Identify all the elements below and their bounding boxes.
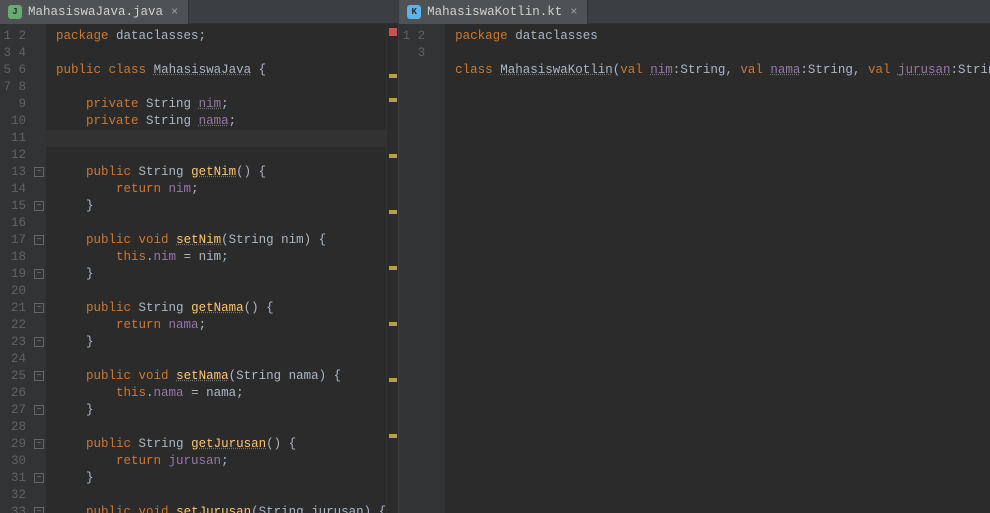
warning-mark[interactable]	[389, 210, 397, 214]
marker-stripe[interactable]	[386, 24, 398, 513]
tab-java[interactable]: J MahasiswaJava.java ×	[0, 0, 189, 24]
warning-mark[interactable]	[389, 434, 397, 438]
line-gutter: 1 2 3 4 5 6 7 8 9 10 11 12 13 14 15 16 1…	[0, 24, 32, 513]
kotlin-file-icon: K	[407, 5, 421, 19]
editor-left[interactable]: 1 2 3 4 5 6 7 8 9 10 11 12 13 14 15 16 1…	[0, 24, 398, 513]
line-gutter: 1 2 3	[399, 24, 431, 513]
code-area-left[interactable]: package dataclasses;public class Mahasis…	[46, 24, 386, 513]
tab-bar-left: J MahasiswaJava.java ×	[0, 0, 398, 24]
warning-mark[interactable]	[389, 322, 397, 326]
warning-mark[interactable]	[389, 98, 397, 102]
current-line-highlight	[46, 130, 386, 147]
java-file-icon: J	[8, 5, 22, 19]
warning-mark[interactable]	[389, 74, 397, 78]
close-icon[interactable]: ×	[568, 5, 579, 19]
warning-mark[interactable]	[389, 266, 397, 270]
fold-toggle[interactable]: −	[34, 167, 44, 177]
close-icon[interactable]: ×	[169, 5, 180, 19]
code-area-right[interactable]: package dataclassesclass MahasiswaKotlin…	[445, 24, 990, 79]
error-mark[interactable]	[389, 28, 397, 36]
warning-mark[interactable]	[389, 154, 397, 158]
editor-pane-left: J MahasiswaJava.java × 1 2 3 4 5 6 7 8 9…	[0, 0, 399, 513]
tab-label: MahasiswaKotlin.kt	[427, 5, 562, 19]
fold-toggle[interactable]: −	[34, 439, 44, 449]
fold-toggle[interactable]: −	[34, 235, 44, 245]
fold-toggle[interactable]: −	[34, 269, 44, 279]
fold-toggle[interactable]: −	[34, 337, 44, 347]
fold-column: −−−−−−−−−−−−	[32, 24, 46, 513]
fold-toggle[interactable]: −	[34, 473, 44, 483]
fold-toggle[interactable]: −	[34, 507, 44, 513]
editor-right[interactable]: 1 2 3 package dataclassesclass Mahasiswa…	[399, 24, 990, 513]
fold-toggle[interactable]: −	[34, 201, 44, 211]
editor-pane-right: K MahasiswaKotlin.kt × 1 2 3 package dat…	[399, 0, 990, 513]
warning-mark[interactable]	[389, 378, 397, 382]
tab-label: MahasiswaJava.java	[28, 5, 163, 19]
tab-kotlin[interactable]: K MahasiswaKotlin.kt ×	[399, 0, 588, 24]
fold-toggle[interactable]: −	[34, 405, 44, 415]
fold-toggle[interactable]: −	[34, 371, 44, 381]
fold-column	[431, 24, 445, 513]
fold-toggle[interactable]: −	[34, 303, 44, 313]
tab-bar-right: K MahasiswaKotlin.kt ×	[399, 0, 990, 24]
